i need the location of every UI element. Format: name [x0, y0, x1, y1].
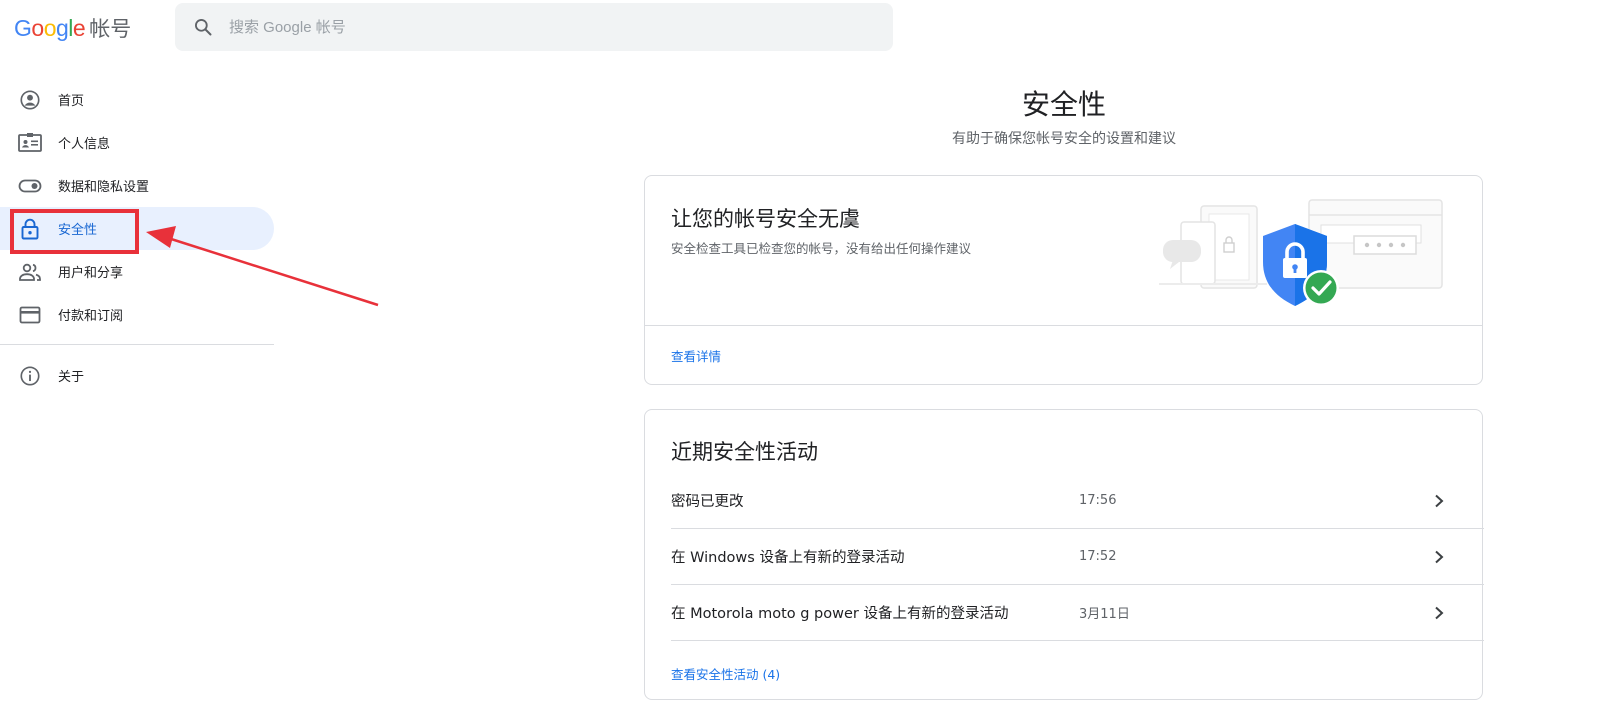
account-circle-icon: [18, 88, 42, 112]
page-subtitle: 有助于确保您帐号安全的设置和建议: [952, 131, 1176, 147]
activity-time: 3月11日: [1079, 607, 1130, 622]
security-checkup-card: 让您的帐号安全无虞 安全检查工具已检查您的帐号，没有给出任何操作建议 查看详情: [644, 175, 1483, 385]
activity-row[interactable]: 在 Motorola moto g power 设备上有新的登录活动 3月11日: [671, 585, 1484, 641]
sidebar-item-home[interactable]: 首页: [0, 78, 274, 121]
sidebar-item-label: 付款和订阅: [58, 309, 124, 324]
activity-time: 17:56: [1079, 493, 1117, 508]
chevron-right-icon: [1429, 491, 1449, 511]
logo-letter: G: [14, 14, 32, 41]
chevron-right-icon: [1429, 603, 1449, 623]
app-header: G o o g l e 帐号: [0, 0, 1600, 56]
recent-activity-card: 近期安全性活动 密码已更改 17:56 在 Windows 设备上有新的登录活动…: [644, 409, 1484, 700]
search-bar[interactable]: [175, 3, 893, 51]
activity-label: 在 Motorola moto g power 设备上有新的登录活动: [671, 606, 1009, 622]
sidebar-divider: [0, 344, 274, 345]
sidebar-item-label: 关于: [58, 370, 85, 385]
sidebar-item-personal-info[interactable]: 个人信息: [0, 121, 274, 164]
search-input[interactable]: [229, 18, 829, 36]
credit-card-icon: [18, 303, 42, 327]
search-icon[interactable]: [191, 15, 215, 39]
sidebar-item-about[interactable]: 关于: [0, 354, 274, 397]
sidebar-item-label: 首页: [58, 94, 85, 109]
logo-letter: e: [72, 14, 86, 41]
product-name: 帐号: [89, 17, 132, 41]
activity-label: 密码已更改: [671, 494, 744, 510]
sidebar-item-payments[interactable]: 付款和订阅: [0, 293, 274, 336]
sidebar-item-label: 个人信息: [58, 137, 111, 152]
view-details-link[interactable]: 查看详情: [671, 346, 721, 365]
id-card-icon: [18, 131, 42, 155]
people-icon: [18, 260, 42, 284]
activity-row[interactable]: 在 Windows 设备上有新的登录活动 17:52: [671, 529, 1484, 585]
activity-time: 17:52: [1079, 549, 1117, 564]
annotation-highlight-box: [10, 209, 139, 254]
recent-activity-title: 近期安全性活动: [671, 440, 818, 464]
sidebar-item-people-sharing[interactable]: 用户和分享: [0, 250, 274, 293]
google-account-logo[interactable]: G o o g l e 帐号: [14, 12, 131, 44]
sidebar-item-label: 数据和隐私设置: [58, 180, 150, 195]
info-icon: [18, 364, 42, 388]
card-divider: [645, 325, 1482, 326]
view-security-activity-link[interactable]: 查看安全性活动 (4): [671, 664, 780, 683]
logo-letter: o: [31, 14, 44, 41]
toggle-icon: [18, 174, 42, 198]
logo-letter: g: [55, 14, 69, 41]
logo-letter: o: [43, 14, 57, 41]
activity-label: 在 Windows 设备上有新的登录活动: [671, 550, 905, 566]
sidebar-item-data-privacy[interactable]: 数据和隐私设置: [0, 164, 274, 207]
chevron-right-icon: [1429, 547, 1449, 567]
sidebar-item-label: 用户和分享: [58, 266, 124, 281]
shield-check-illustration: [1157, 198, 1447, 316]
page-title: 安全性: [1021, 88, 1106, 121]
activity-row[interactable]: 密码已更改 17:56: [671, 473, 1484, 529]
security-checkup-description: 安全检查工具已检查您的帐号，没有给出任何操作建议: [671, 241, 972, 256]
security-checkup-title: 让您的帐号安全无虞: [671, 207, 860, 231]
